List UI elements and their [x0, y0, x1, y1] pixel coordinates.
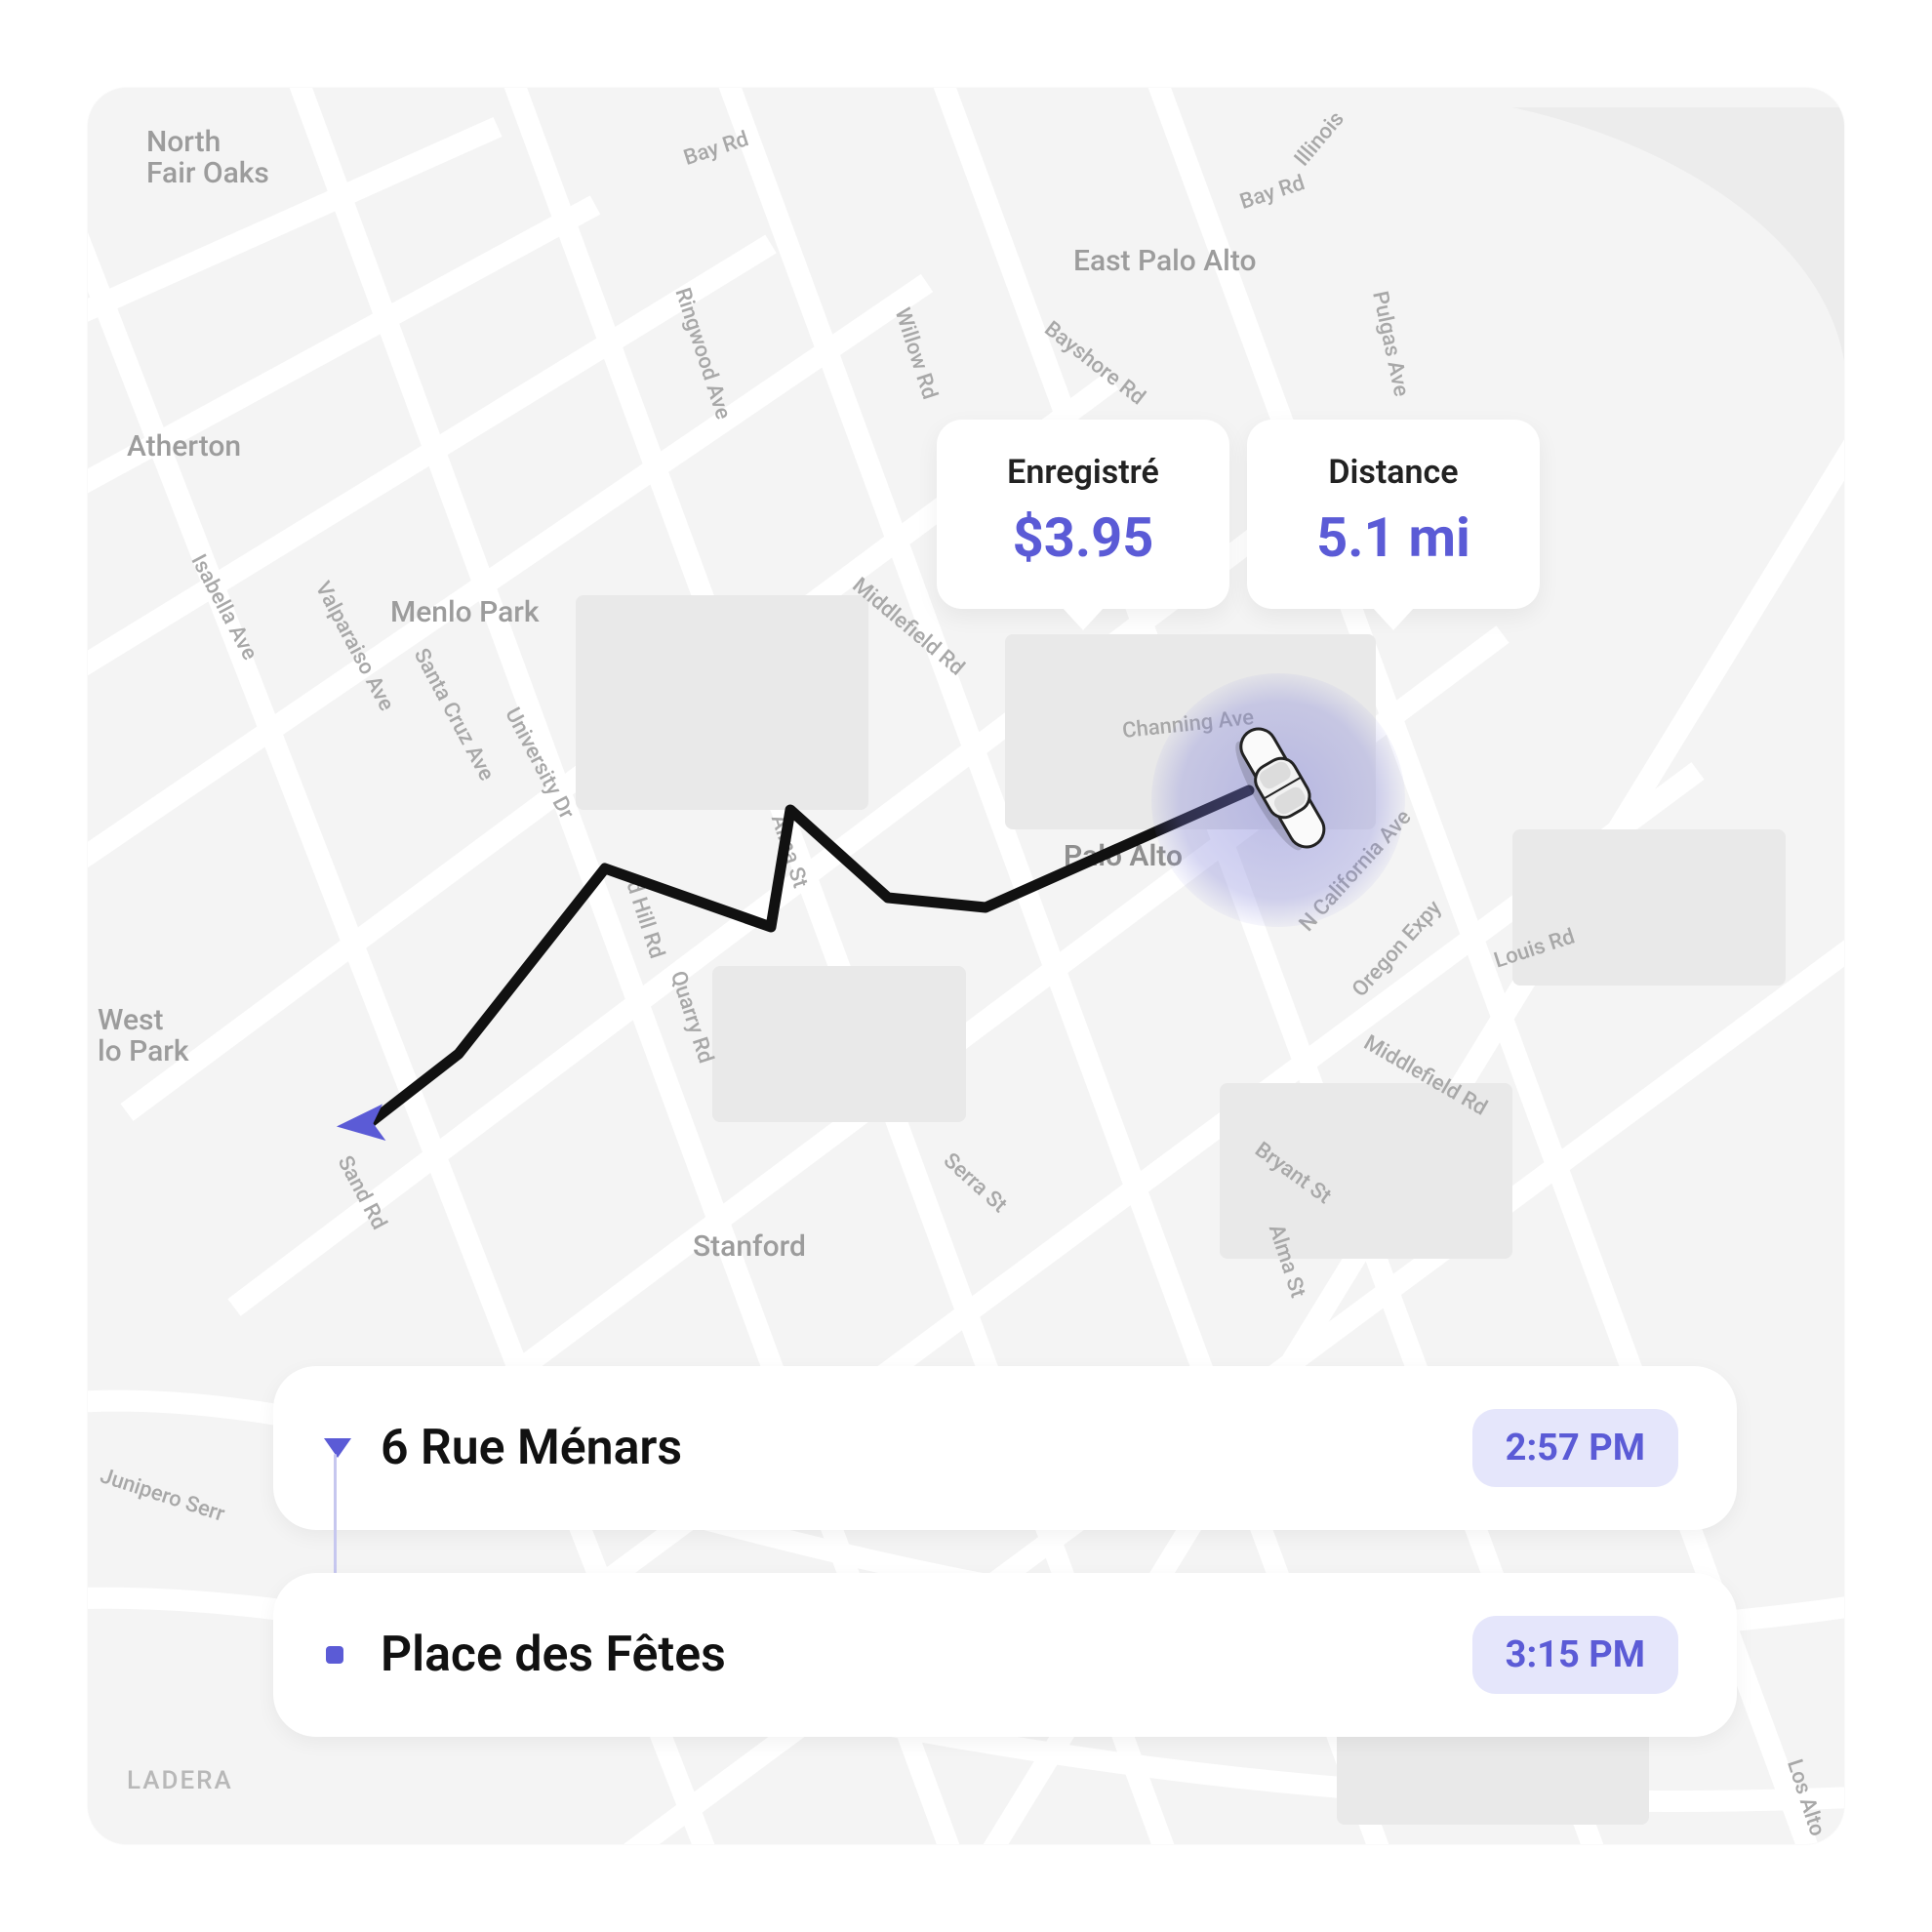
map-place-north-fair-oaks: North Fair Oaks	[146, 127, 269, 188]
end-marker-icon	[326, 1646, 343, 1664]
stat-distance: Distance 5.1 mi	[1247, 420, 1540, 609]
map-place-west-menlo-park: West lo Park	[98, 1005, 189, 1067]
map-place-stanford: Stanford	[693, 1229, 806, 1264]
stop-end-name: Place des Fêtes	[381, 1627, 726, 1683]
stop-start[interactable]: 6 Rue Ménars 2:57 PM	[273, 1366, 1737, 1530]
stat-distance-label: Distance	[1296, 453, 1491, 492]
stat-distance-value: 5.1 mi	[1296, 505, 1491, 570]
stop-start-time: 2:57 PM	[1472, 1409, 1678, 1487]
stat-saved-value: $3.95	[986, 505, 1181, 570]
stop-start-name: 6 Rue Ménars	[381, 1420, 682, 1476]
map-place-atherton: Atherton	[127, 429, 241, 463]
stat-saved: Enregistré $3.95	[937, 420, 1229, 609]
stat-saved-label: Enregistré	[986, 453, 1181, 492]
map-place-east-palo-alto: East Palo Alto	[1073, 244, 1257, 278]
stop-end[interactable]: Place des Fêtes 3:15 PM	[273, 1573, 1737, 1737]
trip-stops: 6 Rue Ménars 2:57 PM Place des Fêtes 3:1…	[273, 1366, 1737, 1737]
map-place-ladera: LADERA	[127, 1766, 233, 1795]
start-marker-icon	[324, 1438, 351, 1458]
map-place-menlo-park: Menlo Park	[390, 595, 540, 629]
ride-map-card: North Fair Oaks Atherton Menlo Park East…	[88, 88, 1844, 1844]
stop-end-time: 3:15 PM	[1472, 1616, 1678, 1694]
trip-stats: Enregistré $3.95 Distance 5.1 mi	[937, 420, 1540, 609]
